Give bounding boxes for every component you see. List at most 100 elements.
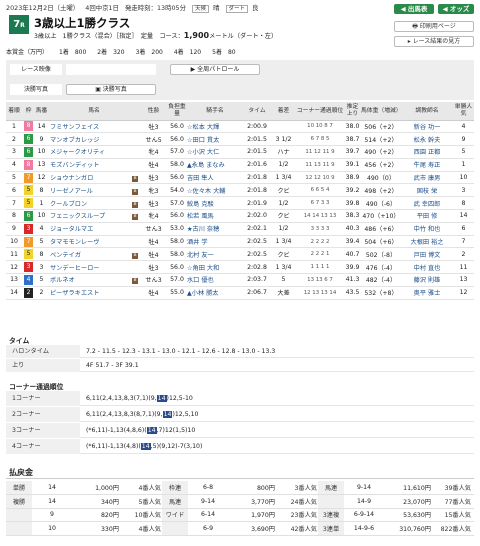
popularity: 12 [453,286,474,300]
payout-row: 複勝 14 340円 5番人気 [6,494,164,509]
horse-name-link[interactable]: ジョータルマエ [50,226,93,233]
margin: 大差 [271,286,296,300]
corner-row: 3コーナー (*6,11)-1,13(4,8,6)(14,7)12(1,5)10 [6,423,474,438]
weight-carried: 56.0 [167,132,187,147]
horse-name-link[interactable]: ボルネオ [50,277,75,284]
jockey-name-link[interactable]: ☆佐々木 大輔 [187,183,243,198]
frame-number: 3 [24,262,33,273]
trainer-name-link[interactable]: 武市 康男 [401,171,453,185]
jockey-name-link[interactable]: 酒井 学 [187,235,243,249]
horse-name-link[interactable]: サンデーヒーロー [50,265,100,272]
jockey-name-link[interactable]: 水口 優也 [187,273,243,287]
trainer-name-link[interactable]: 大根田 裕之 [401,235,453,249]
finish-photo-button[interactable]: ▣ 決勝写真 [66,84,156,95]
trainer-name-link[interactable]: 国枝 栄 [401,183,453,198]
table-row: 2 6 9 マンオブカレッジ せん5 56.0 ☆田口 貫太 2:01.5 3 1/2 6 7 8… [6,132,474,147]
bet-type: 3連複 [318,508,344,522]
how-to-read-button[interactable]: ▸ レース結果の見方 [394,36,474,47]
horse-name-link[interactable]: モズバンディット [50,162,99,169]
payout-popularity: 42番人気 [278,521,320,536]
table-row: 1 8 14 フミサンフェイス 牡3 56.0 ☆松本 大輝 2:00.9 10 10 8 73… [6,120,474,134]
body-weight: 514（+2） [361,132,401,147]
popularity: 10 [453,171,474,185]
horse-name-link[interactable]: マンオブカレッジ [50,137,100,144]
jockey-name-link[interactable]: ☆小沢 大仁 [187,145,243,159]
frame-cell: 3 [22,222,35,236]
finish-position: 1 [6,120,22,134]
popularity: 13 [453,273,474,287]
bet-type: 単勝 [6,481,32,495]
print-page-button[interactable]: 🖶 印刷用ページ [394,21,474,32]
trainer-name-link[interactable]: 新谷 功一 [401,120,453,134]
weight-carried: 57.0 [167,196,187,211]
horse-name-link[interactable]: リーゼノアール [50,188,93,195]
trainer-name-link[interactable]: 奥平 雅士 [401,286,453,300]
jockey-name-link[interactable]: ☆角田 大和 [187,260,243,275]
horse-name-link[interactable]: ピーザラキエスト [50,290,99,297]
horse-name-link[interactable]: クールブロン [50,201,87,208]
bet-type: 枠連 [162,481,188,495]
trainer-name-link[interactable]: 武 幸四郎 [401,196,453,211]
bet-type [6,521,32,536]
corner-row: 4コーナー (*6,11)-1,13(4,8)(14,5)(9,12)-7(3,1… [6,439,474,454]
body-weight: 470（+10） [361,209,401,223]
trainer-name-link[interactable]: 松永 幹夫 [401,132,453,147]
trainer-name-link[interactable]: 藤沢 則雄 [401,273,453,287]
jockey-name-link[interactable]: 吉田 隼人 [187,171,243,185]
trainer-name-link[interactable]: 平田 修 [401,209,453,223]
patrol-button[interactable]: ▶ 全周パトロール [170,64,260,75]
race-conditions: 3歳以上 1勝クラス（混合）［指定］ 定量 コース：1,900メートル（ダート・… [34,31,278,40]
corner-positions: 12 13 13 14 [296,286,344,300]
race-card-button[interactable]: ◀ 出馬表 [394,4,434,14]
jockey-name-link[interactable]: 鮫島 克駿 [187,196,243,211]
bet-type: 3連単 [318,521,344,536]
sex-age: せん3 [140,273,167,287]
play-button[interactable]: ▶ PLAY [66,64,156,75]
popularity: 5 [453,145,474,159]
horse-name-link[interactable]: フェニックスループ [50,213,105,220]
horse-name-link[interactable]: メジャークオリティ [50,149,105,156]
race-number-badge: 7R [9,15,29,34]
winning-combination: 9 [32,508,72,522]
race-title: 3歳以上1勝クラス [34,16,131,30]
jockey-name-link[interactable]: 松若 風馬 [187,209,243,223]
popularity: 14 [453,209,474,223]
finish-time: 2:01.6 [243,158,271,172]
trainer-name-link[interactable]: 中竹 和也 [401,222,453,236]
blinker-icon: B [132,278,138,285]
jockey-name-link[interactable]: ▲小林 勝太 [187,286,243,300]
popularity: 3 [453,183,474,198]
trainer-name-link[interactable]: 牛尾 寿正 [401,158,453,172]
sex-age: 牡4 [140,286,167,300]
agari-row: 上り 4F 51.7 - 3F 39.1 [6,359,474,372]
jockey-name-link[interactable]: 北村 友一 [187,247,243,262]
jockey-name-link[interactable]: ☆田口 貫太 [187,132,243,147]
finish-position: 8 [6,209,22,223]
trainer-name-link[interactable]: 戸田 博文 [401,247,453,262]
horse-name-cell: マンオブカレッジ [48,132,140,147]
jockey-name-link[interactable]: ▲永島 まなみ [187,158,243,172]
trainer-name-link[interactable]: 中村 直也 [401,260,453,275]
horse-name-link[interactable]: ショウナンガロ [50,175,93,182]
margin: クビ [271,247,296,262]
sex-age: 牝4 [140,145,167,159]
horse-name-link[interactable]: ベンテイガ [50,252,81,259]
horse-name-link[interactable]: タマモモンレーヴ [50,239,100,246]
results-table: 着順枠馬番 馬名 性齢 負担重量 騎手名 タイム 着差 コーナー通過順位 推定上り 馬体重（増減）… [6,102,474,300]
corner-order-highlight: 14 [146,427,157,434]
jockey-name-link[interactable]: ★古川 奈穂 [187,222,243,236]
finish-position: 13 [6,273,22,287]
popularity: 9 [453,132,474,147]
frame-cell: 4 [22,273,35,287]
trainer-name-link[interactable]: 西園 正都 [401,145,453,159]
horse-name-cell: サンデーヒーロー [48,260,140,275]
winning-combination: 10 [32,521,72,536]
weight-carried: 53.0 [167,222,187,236]
odds-button[interactable]: ◀ オッズ [438,4,474,14]
winning-combination: 6-14 [188,508,228,522]
jockey-name-link[interactable]: ☆松本 大輝 [187,120,243,134]
frame-cell: 6 [22,209,35,223]
last-3f: 39.7 [344,145,361,159]
last-3f: 39.9 [344,260,361,275]
horse-name-link[interactable]: フミサンフェイス [50,124,99,131]
